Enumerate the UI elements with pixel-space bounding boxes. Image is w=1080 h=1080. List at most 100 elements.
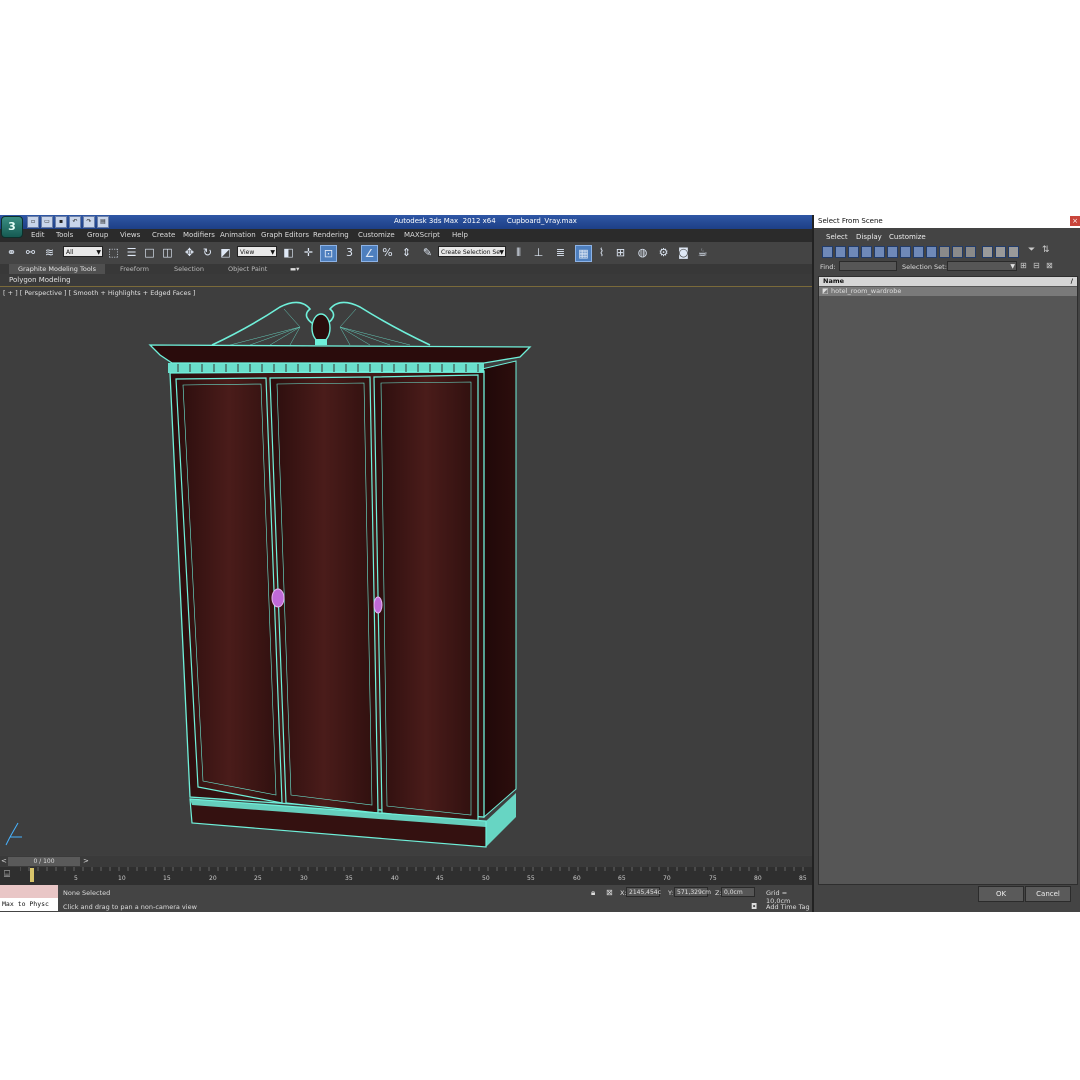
display-all-icon[interactable] (982, 246, 993, 258)
perspective-viewport[interactable]: [ + ] [ Perspective ] [ Smooth + Highlig… (0, 287, 811, 855)
tab-selection[interactable]: Selection (174, 265, 204, 273)
time-slider[interactable]: 0 / 100 (8, 857, 80, 866)
display-geometry-icon[interactable] (822, 246, 833, 258)
selection-filter-dropdown[interactable]: All ▼ (63, 246, 103, 257)
display-hidden-icon[interactable] (965, 246, 976, 258)
dialog-menu-display[interactable]: Display (856, 233, 882, 241)
display-frozen-icon[interactable] (952, 246, 963, 258)
menu-modifiers[interactable]: Modifiers (183, 231, 215, 239)
add-time-tag-button[interactable]: Add Time Tag (766, 903, 810, 911)
display-none-icon[interactable] (995, 246, 1006, 258)
project-folder-icon[interactable]: ▤ (97, 216, 109, 228)
filter-icon[interactable]: ⏷ (1028, 245, 1035, 255)
menu-edit[interactable]: Edit (31, 231, 45, 239)
rotate-icon[interactable]: ↻ (200, 245, 215, 260)
display-groups-icon[interactable] (900, 246, 911, 258)
display-shapes-icon[interactable] (835, 246, 846, 258)
select-influences-icon[interactable]: ⊠ (1046, 261, 1053, 270)
pivot-center-icon[interactable]: ◧ (281, 245, 296, 260)
display-lights-icon[interactable] (848, 246, 859, 258)
percent-snap-icon[interactable]: % (380, 245, 395, 260)
move-icon[interactable]: ✥ (182, 245, 197, 260)
material-editor-icon[interactable]: ◍ (635, 245, 650, 260)
selection-lock-icon[interactable]: 🔒︎ (591, 888, 595, 898)
scale-icon[interactable]: ◩ (218, 245, 233, 260)
z-coordinate-field[interactable]: 0,0cm (721, 887, 755, 897)
tab-object-paint[interactable]: Object Paint (228, 265, 267, 273)
display-bones-icon[interactable] (926, 246, 937, 258)
menu-rendering[interactable]: Rendering (313, 231, 349, 239)
display-containers-icon[interactable] (939, 246, 950, 258)
snaps-toggle-icon[interactable]: 3 (342, 245, 357, 260)
edit-named-selection-icon[interactable]: ✎ (420, 245, 435, 260)
display-cameras-icon[interactable] (861, 246, 872, 258)
absolute-mode-icon[interactable]: ⊠ (606, 888, 613, 897)
save-file-icon[interactable]: ▪ (55, 216, 67, 228)
tab-graphite-modeling-tools[interactable]: Graphite Modeling Tools (9, 264, 106, 274)
unlink-icon[interactable]: ⚯ (23, 245, 38, 260)
select-and-manipulate-icon[interactable]: ✛ (301, 245, 316, 260)
find-input[interactable] (839, 261, 897, 271)
display-invert-icon[interactable] (1008, 246, 1019, 258)
render-setup-icon[interactable]: ⚙ (656, 245, 671, 260)
sync-selection-icon[interactable]: ⇅ (1042, 245, 1050, 255)
link-icon[interactable]: ⚭ (4, 245, 19, 260)
app-menu-button[interactable]: 3 (1, 216, 23, 238)
bind-space-warp-icon[interactable]: ≋ (42, 245, 57, 260)
ribbon-options-icon[interactable]: ▬▾ (290, 265, 299, 273)
schematic-view-icon[interactable]: ⊞ (613, 245, 628, 260)
open-mini-curve-editor-icon[interactable]: ⌸ (4, 869, 18, 881)
select-children-icon[interactable]: ⊞ (1020, 261, 1027, 270)
cancel-button[interactable]: Cancel (1025, 886, 1071, 902)
redo-icon[interactable]: ↷ (83, 216, 95, 228)
menu-tools[interactable]: Tools (56, 231, 73, 239)
next-frame-icon[interactable]: > (83, 857, 89, 865)
select-by-name-icon[interactable]: ☰ (124, 245, 139, 260)
x-coordinate-field[interactable]: 2145,454c (626, 887, 661, 897)
open-file-icon[interactable]: ▭ (41, 216, 53, 228)
track-bar[interactable]: ⌸ 5 10 15 20 25 30 35 40 45 50 55 60 65 … (0, 867, 812, 885)
dialog-menu-customize[interactable]: Customize (889, 233, 926, 241)
select-object-icon[interactable]: ⬚ (106, 245, 121, 260)
name-column-header[interactable]: Name / (819, 277, 1077, 286)
polygon-modeling-panel[interactable]: Polygon Modeling (0, 274, 812, 287)
rendered-frame-window-icon[interactable]: ◙ (676, 245, 691, 260)
prev-frame-icon[interactable]: < (1, 857, 7, 865)
window-crossing-icon[interactable]: ◫ (160, 245, 175, 260)
menu-maxscript[interactable]: MAXScript (404, 231, 440, 239)
mirror-icon[interactable]: ⫴ (511, 245, 526, 260)
undo-icon[interactable]: ↶ (69, 216, 81, 228)
select-dependents-icon[interactable]: ⊟ (1033, 261, 1040, 270)
menu-create[interactable]: Create (152, 231, 175, 239)
render-production-icon[interactable]: ☕ (695, 245, 710, 260)
menu-group[interactable]: Group (87, 231, 108, 239)
ok-button[interactable]: OK (978, 886, 1024, 902)
dialog-menu-select[interactable]: Select (826, 233, 848, 241)
time-tag-icon[interactable]: ◘ (751, 902, 757, 911)
align-icon[interactable]: ⊥ (531, 245, 546, 260)
close-icon[interactable]: × (1070, 216, 1080, 226)
spinner-snap-icon[interactable]: ⇕ (399, 245, 414, 260)
selection-set-dropdown[interactable]: ▼ (947, 261, 1017, 271)
menu-animation[interactable]: Animation (220, 231, 256, 239)
menu-graph-editors[interactable]: Graph Editors (261, 231, 309, 239)
display-xrefs-icon[interactable] (913, 246, 924, 258)
y-coordinate-field[interactable]: 571,329cm (674, 887, 711, 897)
curve-editor-icon[interactable]: ⌇ (594, 245, 609, 260)
display-helpers-icon[interactable] (874, 246, 885, 258)
maxscript-listener-mini[interactable] (0, 885, 58, 898)
named-selection-set-dropdown[interactable]: Create Selection Se ▼ (438, 246, 506, 257)
layer-manager-icon[interactable]: ≣ (553, 245, 568, 260)
rectangular-selection-icon[interactable]: □ (142, 245, 157, 260)
maxscript-input[interactable]: Max to Physc (0, 898, 58, 911)
tab-freeform[interactable]: Freeform (120, 265, 149, 273)
keyboard-shortcut-override-icon[interactable]: ⊡ (320, 245, 337, 262)
menu-views[interactable]: Views (120, 231, 140, 239)
display-space-warps-icon[interactable] (887, 246, 898, 258)
angle-snap-icon[interactable]: ∠ (361, 245, 378, 262)
menu-customize[interactable]: Customize (358, 231, 395, 239)
scene-object-list[interactable]: Name / ◩ hotel_room_wardrobe (818, 276, 1078, 885)
list-item[interactable]: ◩ hotel_room_wardrobe (819, 287, 1077, 296)
graphite-modeling-tools-icon[interactable]: ▦ (575, 245, 592, 262)
new-file-icon[interactable]: ▫ (27, 216, 39, 228)
